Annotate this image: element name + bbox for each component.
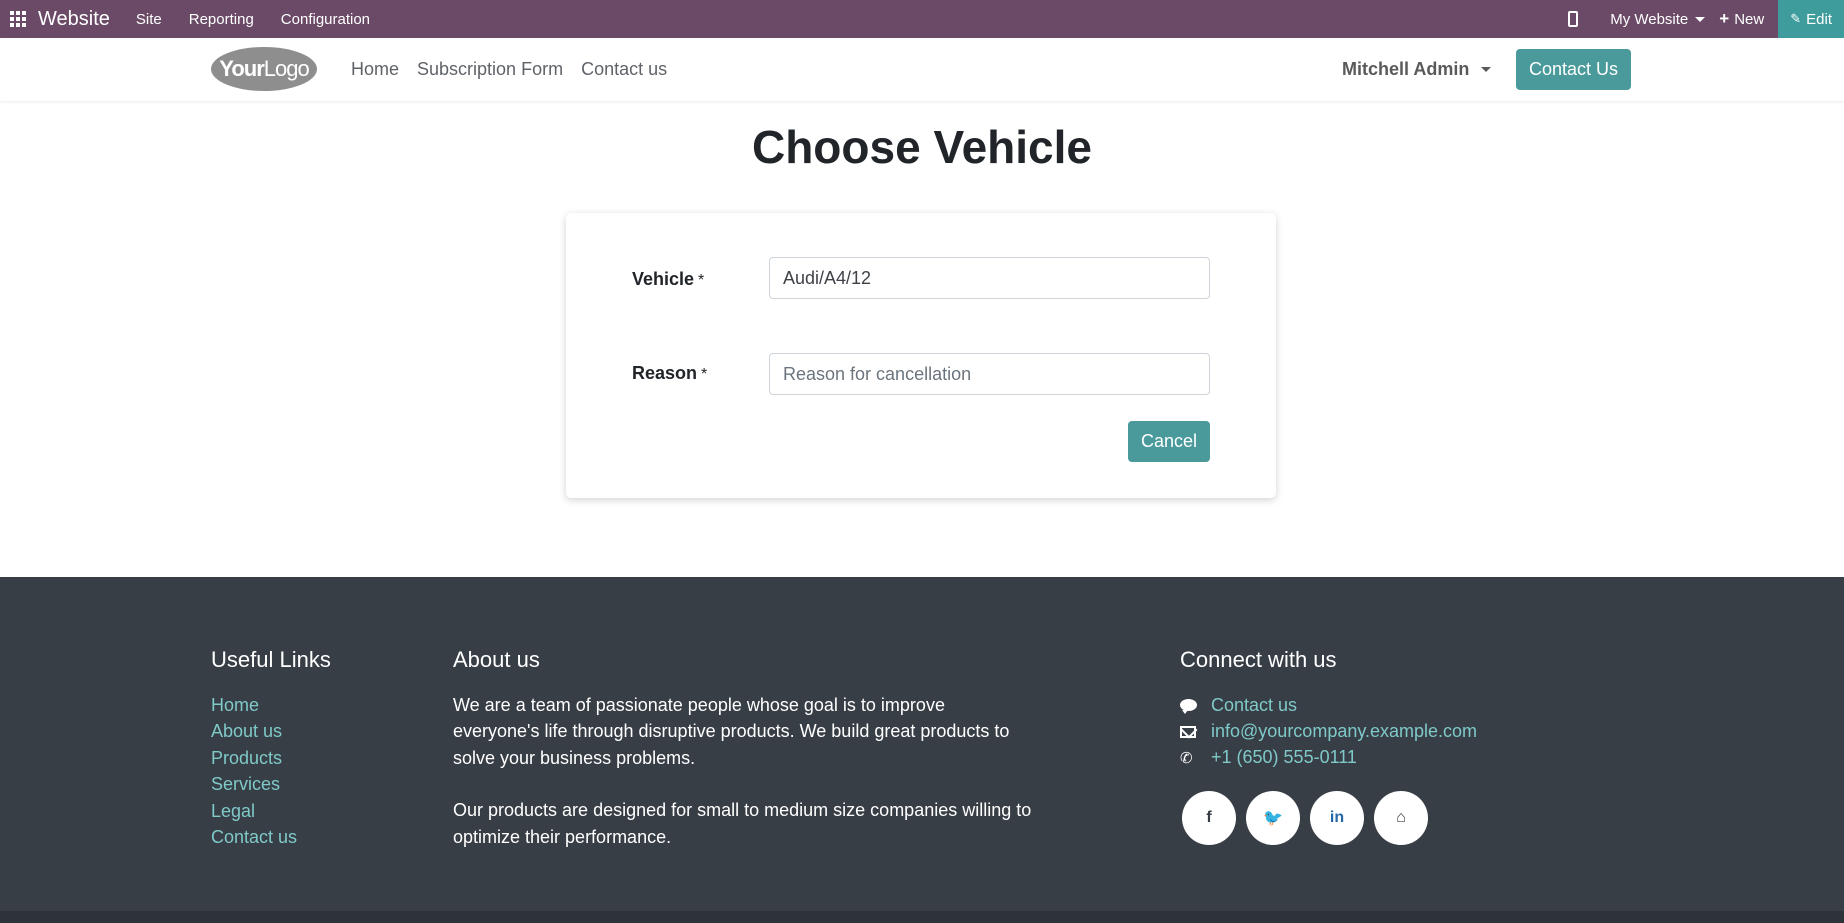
envelope-icon xyxy=(1180,725,1200,738)
footer-phone-link[interactable]: +1 (650) 555-0111 xyxy=(1211,747,1357,768)
admin-bar-right: My Website + New ✎ Edit xyxy=(1568,0,1844,38)
comment-icon xyxy=(1180,699,1200,715)
site-footer: Useful Links Home About us Products Serv… xyxy=(0,577,1844,911)
company-logo[interactable]: Your Logo xyxy=(211,47,317,91)
menu-site[interactable]: Site xyxy=(136,11,162,28)
connect-phone-row: ✆ +1 (650) 555-0111 xyxy=(1180,745,1477,771)
connect-list: Contact us info@yourcompany.example.com … xyxy=(1180,692,1477,771)
facebook-icon[interactable]: f xyxy=(1182,791,1236,845)
about-us-title: About us xyxy=(453,647,540,672)
footer-link-legal[interactable]: Legal xyxy=(211,798,297,824)
social-links: f 🐦 in ⌂ xyxy=(1182,791,1438,845)
chevron-down-icon xyxy=(1695,16,1706,22)
footer-link-home[interactable]: Home xyxy=(211,692,297,718)
reason-label: Reason * xyxy=(632,363,707,384)
vehicle-label: Vehicle * xyxy=(632,269,704,290)
admin-top-bar: Website Site Reporting Configuration My … xyxy=(0,0,1844,38)
nav-home[interactable]: Home xyxy=(351,59,399,80)
linkedin-icon[interactable]: in xyxy=(1310,791,1364,845)
website-selector[interactable]: My Website xyxy=(1610,10,1706,28)
new-button[interactable]: + New xyxy=(1719,9,1764,29)
menu-reporting[interactable]: Reporting xyxy=(189,11,254,28)
user-name: Mitchell Admin xyxy=(1342,59,1470,79)
pencil-icon: ✎ xyxy=(1790,11,1802,26)
choose-vehicle-form: Vehicle* Reason* Cancel xyxy=(566,213,1276,498)
footer-link-services[interactable]: Services xyxy=(211,771,297,797)
edit-button-label: Edit xyxy=(1806,10,1832,28)
menu-configuration[interactable]: Configuration xyxy=(281,11,370,28)
vehicle-label-text: Vehicle xyxy=(632,269,695,289)
useful-links-title: Useful Links xyxy=(211,647,331,672)
cancel-button[interactable]: Cancel xyxy=(1128,421,1210,462)
new-button-label: New xyxy=(1734,10,1765,28)
logo-text-light: Logo xyxy=(263,56,310,81)
reason-label-text: Reason xyxy=(632,363,698,383)
vehicle-input[interactable] xyxy=(769,257,1210,299)
page-title: Choose Vehicle xyxy=(751,121,1092,173)
required-marker: * xyxy=(701,366,708,383)
about-us-text: We are a team of passionate people whose… xyxy=(453,692,1033,850)
copyright-bar xyxy=(0,911,1844,923)
about-us-paragraph-1: We are a team of passionate people whose… xyxy=(453,695,1010,768)
nav-subscription-form[interactable]: Subscription Form xyxy=(417,59,563,80)
site-header: Your Logo Home Subscription Form Contact … xyxy=(0,38,1844,101)
nav-contact-us[interactable]: Contact us xyxy=(581,59,667,80)
chevron-down-icon xyxy=(1481,67,1492,72)
website-selector-label: My Website xyxy=(1610,10,1689,28)
edit-button[interactable]: ✎ Edit xyxy=(1778,0,1844,38)
header-contact-us-button[interactable]: Contact Us xyxy=(1516,49,1631,90)
footer-link-about-us[interactable]: About us xyxy=(211,718,297,744)
footer-email-link[interactable]: info@yourcompany.example.com xyxy=(1211,721,1477,742)
about-us-paragraph-2: Our products are designed for small to m… xyxy=(453,800,1032,847)
reason-input[interactable] xyxy=(769,353,1210,395)
connect-title: Connect with us xyxy=(1180,647,1337,672)
connect-contact-row: Contact us xyxy=(1180,692,1477,718)
user-menu[interactable]: Mitchell Admin xyxy=(1342,38,1492,101)
plus-icon: + xyxy=(1719,9,1730,28)
home-icon[interactable]: ⌂ xyxy=(1374,791,1428,845)
footer-link-contact-us[interactable]: Contact us xyxy=(211,824,297,850)
useful-links-list: Home About us Products Services Legal Co… xyxy=(211,692,297,850)
mobile-preview-button[interactable] xyxy=(1568,11,1596,27)
apps-menu-button[interactable] xyxy=(0,0,36,38)
required-marker: * xyxy=(698,272,705,289)
main-nav: Home Subscription Form Contact us xyxy=(351,38,685,101)
phone-icon: ✆ xyxy=(1180,749,1193,767)
twitter-icon[interactable]: 🐦 xyxy=(1246,791,1300,845)
connect-email-row: info@yourcompany.example.com xyxy=(1180,718,1477,744)
mobile-icon xyxy=(1568,11,1579,27)
apps-grid-icon xyxy=(10,11,26,27)
logo-text-bold: Your xyxy=(219,56,264,81)
footer-contact-link[interactable]: Contact us xyxy=(1211,695,1297,716)
footer-link-products[interactable]: Products xyxy=(211,745,297,771)
app-brand-website[interactable]: Website xyxy=(38,8,110,31)
